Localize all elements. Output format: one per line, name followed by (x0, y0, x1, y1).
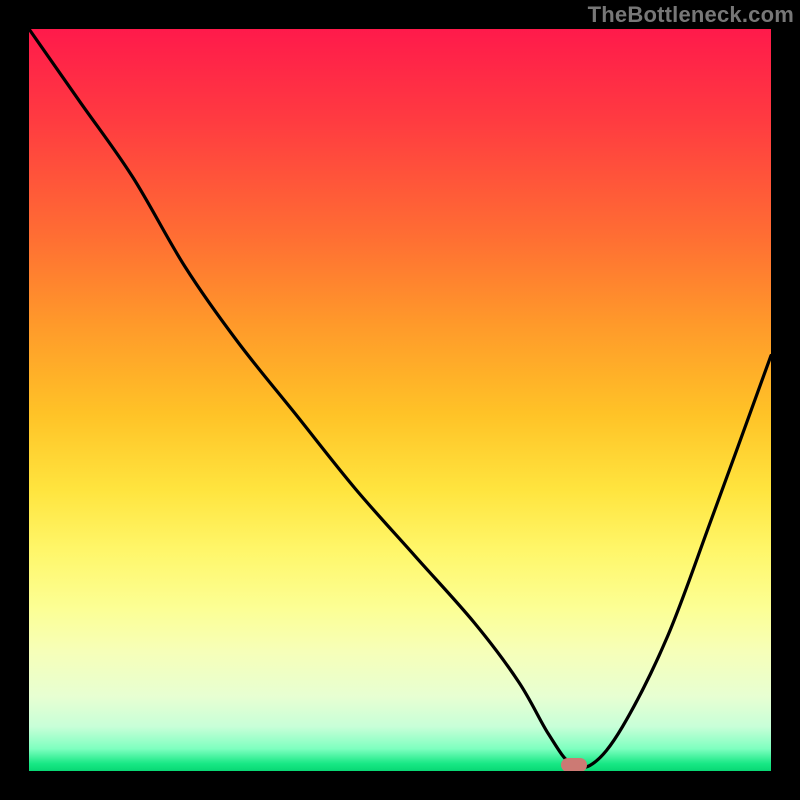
watermark-text: TheBottleneck.com (588, 2, 794, 28)
chart-frame: TheBottleneck.com (0, 0, 800, 800)
selected-marker (561, 758, 587, 771)
bottleneck-curve (29, 29, 771, 771)
plot-area (29, 29, 771, 771)
